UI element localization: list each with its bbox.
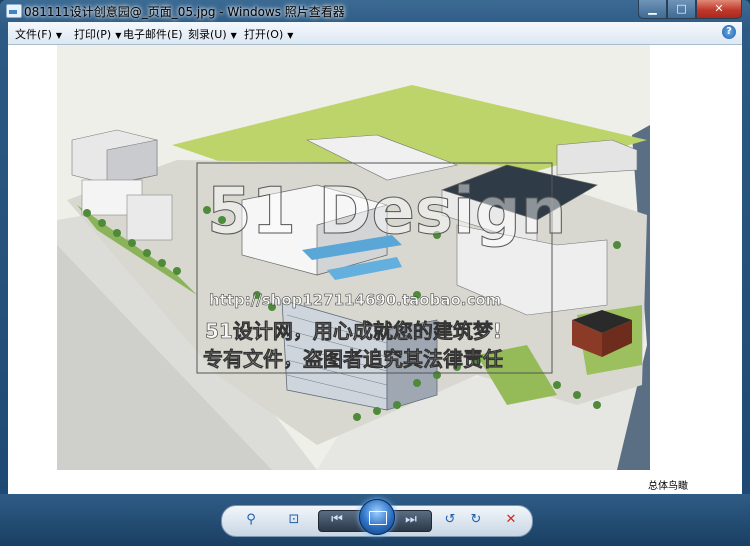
menu-open-label: 打开(O) <box>244 28 284 41</box>
photo-viewer-app-icon[interactable] <box>6 4 22 18</box>
close-button[interactable]: ✕ <box>696 0 742 19</box>
image-caption: 总体鸟瞰 <box>648 481 688 492</box>
help-icon[interactable]: ? <box>722 25 736 39</box>
menu-email[interactable]: 电子邮件(E) <box>123 26 183 42</box>
watermark-line2: 专有文件，盗图者追究其法律责任 <box>203 347 504 372</box>
menu-burn-label: 刻录(U) <box>188 28 227 41</box>
delete-icon[interactable]: ✕ <box>503 512 519 528</box>
chevron-down-icon: ▼ <box>230 31 237 40</box>
previous-icon[interactable]: ⏮ <box>329 512 345 528</box>
menu-email-label: 电子邮件(E) <box>123 28 183 41</box>
minimize-button[interactable]: ▁ <box>638 0 667 19</box>
caption-buttons: ▁ □ ✕ <box>638 0 742 19</box>
watermark-logo: 51 Design <box>206 175 567 250</box>
aerial-render-drawing <box>57 45 650 470</box>
actual-size-icon[interactable]: ⊡ <box>286 512 302 528</box>
menu-file-label: 文件(F) <box>15 28 52 41</box>
menu-bar: 文件(F) ▼ 打印(P) ▼ 电子邮件(E) 刻录(U) ▼ 打开(O) ▼ ? <box>8 22 742 45</box>
slideshow-button[interactable] <box>359 499 395 535</box>
zoom-icon[interactable]: ⚲ <box>243 512 259 528</box>
menu-open[interactable]: 打开(O) ▼ <box>244 26 293 42</box>
aerial-render-image: 51 Design http://shop127114690.taobao.co… <box>57 45 650 470</box>
slideshow-icon <box>369 511 387 525</box>
watermark-line1: 51设计网，用心成就您的建筑梦! <box>205 319 503 344</box>
photo-viewer-window: 081111设计创意园@_页面_05.jpg - Windows 照片查看器 ▁… <box>0 0 750 546</box>
menu-file[interactable]: 文件(F) ▼ <box>15 26 62 42</box>
maximize-button[interactable]: □ <box>667 0 696 19</box>
watermark-url: http://shop127114690.taobao.com <box>209 291 502 310</box>
chevron-down-icon: ▼ <box>287 31 294 40</box>
window-title: 081111设计创意园@_页面_05.jpg - Windows 照片查看器 <box>24 5 345 19</box>
menu-print-label: 打印(P) <box>74 28 112 41</box>
menu-burn[interactable]: 刻录(U) ▼ <box>188 26 237 42</box>
menu-print[interactable]: 打印(P) ▼ <box>74 26 121 42</box>
chevron-down-icon: ▼ <box>115 31 122 40</box>
rotate-clockwise-icon[interactable]: ↻ <box>468 512 484 528</box>
next-icon[interactable]: ⏭ <box>403 512 419 528</box>
chevron-down-icon: ▼ <box>55 31 63 40</box>
rotate-counterclockwise-icon[interactable]: ↺ <box>442 512 458 528</box>
title-bar[interactable]: 081111设计创意园@_页面_05.jpg - Windows 照片查看器 ▁… <box>0 0 750 22</box>
image-viewport[interactable]: 51 Design http://shop127114690.taobao.co… <box>8 45 742 494</box>
